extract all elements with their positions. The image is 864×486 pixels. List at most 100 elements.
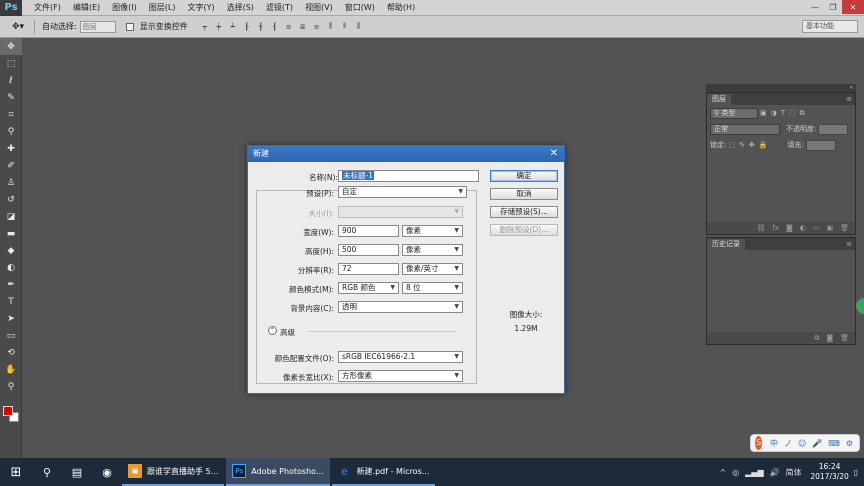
menu-edit[interactable]: 编辑(E) xyxy=(67,0,106,16)
snapshot-icon[interactable]: ◙ xyxy=(826,334,833,342)
eraser-tool-icon[interactable]: ◪ xyxy=(0,208,22,225)
menu-filter[interactable]: 滤镜(T) xyxy=(260,0,299,16)
layer-filter-dropdown[interactable]: ⚲ 类型 xyxy=(710,107,758,119)
foreground-color-swatch[interactable] xyxy=(3,406,13,416)
dialog-close-button[interactable]: ✕ xyxy=(550,146,558,162)
align-bottom-icon[interactable]: ┷ xyxy=(227,21,239,33)
menu-select[interactable]: 选择(S) xyxy=(221,0,260,16)
move-tool-preset-icon[interactable]: ✥▾ xyxy=(6,19,30,35)
hand-tool-icon[interactable]: ✋ xyxy=(0,361,22,378)
filter-shape-icon[interactable]: ⬚ xyxy=(789,109,796,117)
sogou-logo-icon[interactable]: S xyxy=(755,436,762,450)
opacity-field[interactable] xyxy=(818,123,849,135)
lock-all-icon[interactable]: 🔒 xyxy=(759,141,768,149)
show-transform-checkbox[interactable] xyxy=(125,22,134,31)
lasso-tool-icon[interactable]: ℓ xyxy=(0,72,22,89)
lock-pixels-icon[interactable]: ✎ xyxy=(739,141,745,149)
pen-tool-icon[interactable]: ✒ xyxy=(0,276,22,293)
ime-settings-icon[interactable]: ⚙ xyxy=(846,439,853,448)
gradient-tool-icon[interactable]: ▬ xyxy=(0,225,22,242)
preset-dropdown[interactable]: 自定 ▼ xyxy=(338,186,467,198)
taskbar-app-edge[interactable]: e 新建.pdf - Micros... xyxy=(331,458,436,486)
shape-tool-icon[interactable]: ▭ xyxy=(0,327,22,344)
new-layer-icon[interactable]: ▣ xyxy=(826,224,833,232)
width-input[interactable]: 900 xyxy=(338,225,399,237)
search-icon[interactable]: ⚲ xyxy=(32,458,62,486)
save-preset-button[interactable]: 存储预设(S)... xyxy=(490,206,558,218)
browser-icon[interactable]: ◉ xyxy=(92,458,122,486)
distribute-right-icon[interactable]: ⫼ xyxy=(353,21,365,33)
dodge-tool-icon[interactable]: ◐ xyxy=(0,259,22,276)
taskbar-app-photoshop[interactable]: Ps Adobe Photosho... xyxy=(226,458,330,486)
ok-button[interactable]: 确定 xyxy=(490,170,558,182)
type-tool-icon[interactable]: T xyxy=(0,293,22,310)
menu-image[interactable]: 图像(I) xyxy=(106,0,143,16)
layer-style-icon[interactable]: fx xyxy=(772,224,779,232)
eyedropper-tool-icon[interactable]: ⚲ xyxy=(0,123,22,140)
align-left-icon[interactable]: ┠ xyxy=(241,21,253,33)
healing-brush-tool-icon[interactable]: ✚ xyxy=(0,140,22,157)
blend-mode-dropdown[interactable]: 正常 xyxy=(710,123,780,135)
color-profile-dropdown[interactable]: sRGB IEC61966-2.1 ▼ xyxy=(338,351,463,363)
marquee-tool-icon[interactable]: ⬚ xyxy=(0,55,22,72)
filter-pixel-icon[interactable]: ▣ xyxy=(760,109,767,117)
align-hcenter-icon[interactable]: ╂ xyxy=(255,21,267,33)
distribute-top-icon[interactable]: ≡ xyxy=(283,21,295,33)
start-button[interactable]: ⊞ xyxy=(0,458,32,486)
lock-transparent-icon[interactable]: ⬚ xyxy=(728,141,735,149)
distribute-hcenter-icon[interactable]: ⫴ xyxy=(339,21,351,33)
distribute-bottom-icon[interactable]: ≡ xyxy=(311,21,323,33)
brush-tool-icon[interactable]: ✐ xyxy=(0,157,22,174)
align-right-icon[interactable]: ┨ xyxy=(269,21,281,33)
ime-emoji-icon[interactable]: ☺ xyxy=(798,439,806,448)
lock-position-icon[interactable]: ✥ xyxy=(749,141,755,149)
resolution-input[interactable]: 72 xyxy=(338,263,399,275)
adjustment-layer-icon[interactable]: ◐ xyxy=(800,224,806,232)
pixel-aspect-dropdown[interactable]: 方形像素 ▼ xyxy=(338,370,463,382)
workspace-switcher[interactable]: 基本功能 xyxy=(802,20,858,33)
ime-punct-toggle[interactable]: ノ xyxy=(784,438,792,449)
background-dropdown[interactable]: 透明 ▼ xyxy=(338,301,463,313)
clock[interactable]: 16:24 2017/3/20 xyxy=(808,462,852,482)
taskbar-app-live-assistant[interactable]: ▣ 跟谁学直播助手 5... xyxy=(122,458,225,486)
align-vcenter-icon[interactable]: ┿ xyxy=(213,21,225,33)
menu-help[interactable]: 帮助(H) xyxy=(381,0,421,16)
tray-app-icon[interactable]: ◎ xyxy=(732,468,739,477)
file-explorer-icon[interactable]: ▤ xyxy=(62,458,92,486)
crop-tool-icon[interactable]: ⌗ xyxy=(0,106,22,123)
volume-icon[interactable]: 🔊 xyxy=(770,468,780,477)
minimize-button[interactable]: — xyxy=(806,0,824,14)
width-unit-dropdown[interactable]: 像素 ▼ xyxy=(402,225,463,237)
menu-type[interactable]: 文字(Y) xyxy=(181,0,220,16)
blur-tool-icon[interactable]: ◆ xyxy=(0,242,22,259)
panel-menu-icon[interactable]: ≡ xyxy=(846,94,855,105)
link-layers-icon[interactable]: ⛓ xyxy=(756,224,765,232)
panel-collapse-bar[interactable]: « xyxy=(706,84,856,92)
network-icon[interactable]: ▂▄▆ xyxy=(745,468,763,477)
move-tool-icon[interactable]: ✥ xyxy=(0,38,22,55)
height-input[interactable]: 500 xyxy=(338,244,399,256)
cancel-button[interactable]: 取消 xyxy=(490,188,558,200)
menu-layer[interactable]: 图层(L) xyxy=(143,0,182,16)
new-group-icon[interactable]: ▭ xyxy=(813,224,820,232)
menu-window[interactable]: 窗口(W) xyxy=(339,0,381,16)
ime-mic-icon[interactable]: 🎤 xyxy=(812,439,822,448)
fill-field[interactable] xyxy=(805,139,836,151)
align-top-icon[interactable]: ┯ xyxy=(199,21,211,33)
color-mode-dropdown[interactable]: RGB 颜色 ▼ xyxy=(338,282,399,294)
filter-smart-icon[interactable]: ⧉ xyxy=(800,109,805,118)
advanced-toggle-icon[interactable]: ⌃ xyxy=(268,326,277,335)
new-document-from-state-icon[interactable]: ⧉ xyxy=(814,334,819,343)
tray-expand-icon[interactable]: ^ xyxy=(719,468,726,477)
ime-keyboard-icon[interactable]: ⌨ xyxy=(828,439,840,448)
distribute-left-icon[interactable]: ⫼ xyxy=(325,21,337,33)
path-selection-tool-icon[interactable]: ➤ xyxy=(0,310,22,327)
side-badge[interactable] xyxy=(856,298,864,314)
3d-tool-icon[interactable]: ⟲ xyxy=(0,344,22,361)
notification-icon[interactable]: ▯ xyxy=(854,468,858,477)
height-unit-dropdown[interactable]: 像素 ▼ xyxy=(402,244,463,256)
resolution-unit-dropdown[interactable]: 像素/英寸 ▼ xyxy=(402,263,463,275)
filter-adjust-icon[interactable]: ◑ xyxy=(771,109,777,117)
filter-type-icon[interactable]: T xyxy=(781,109,785,117)
quick-select-tool-icon[interactable]: ✎ xyxy=(0,89,22,106)
